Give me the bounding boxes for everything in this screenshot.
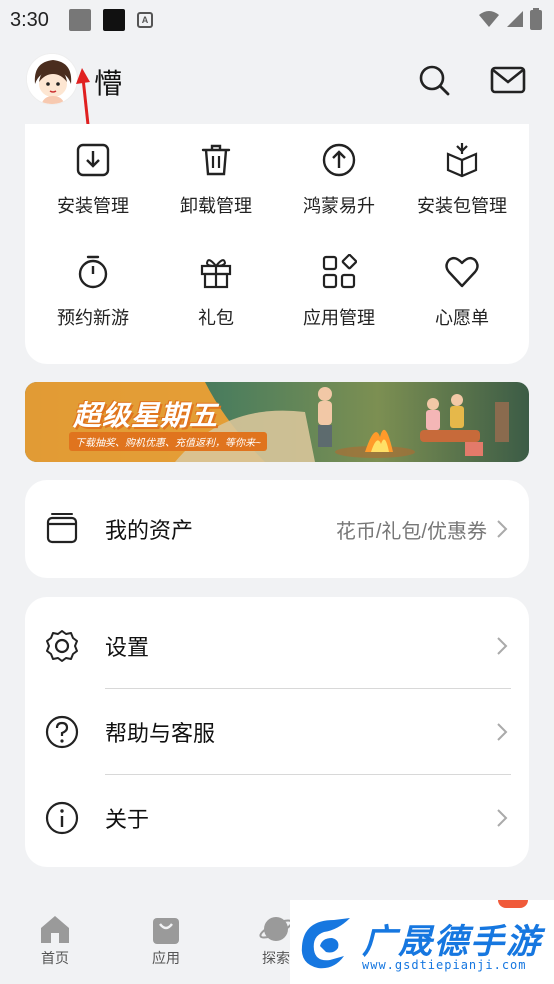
nav-tab-label: 应用 — [152, 950, 180, 966]
chevron-right-icon — [497, 520, 508, 538]
grid-item-label: 预约新游 — [57, 308, 129, 328]
assets-row[interactable]: 我的资产 花币/礼包/优惠券 — [25, 486, 529, 572]
chevron-right-icon — [497, 809, 508, 827]
watermark-text: 广晟德手游 — [362, 923, 542, 961]
watermark-logo-icon — [301, 918, 350, 969]
status-time: 3:30 — [10, 8, 49, 31]
assets-card[interactable]: 我的资产 花币/礼包/优惠券 — [25, 480, 529, 578]
watermark-url: www.gsdtiepianji.com — [362, 958, 527, 972]
gift-icon — [200, 259, 232, 289]
grid-item-install-manage[interactable]: 安装管理 — [30, 142, 156, 218]
quick-actions-card: 安装管理 卸载管理 鸿蒙易升 安装包管理 预约新游 礼包 应用管理 心愿单 — [25, 124, 529, 364]
grid-item-uninstall[interactable]: 卸载管理 — [153, 142, 279, 218]
assets-value: 花币/礼包/优惠券 — [335, 520, 487, 543]
assets-label: 我的资产 — [105, 518, 194, 543]
planet-icon — [259, 917, 293, 941]
wallet-box-icon — [46, 513, 78, 544]
battery-icon — [530, 8, 542, 30]
status-bar: 3:30 A — [0, 0, 554, 40]
nav-tab-home[interactable]: 首页 — [25, 912, 85, 968]
grid-item-harmony-upgrade[interactable]: 鸿蒙易升 — [276, 142, 402, 218]
menu-item-label: 帮助与客服 — [105, 721, 216, 746]
grid-item-label: 心愿单 — [435, 308, 489, 328]
chevron-right-icon — [497, 637, 508, 655]
grid-item-label: 安装包管理 — [417, 196, 507, 216]
wifi-icon — [479, 11, 499, 27]
bag-icon — [153, 918, 179, 944]
grid-item-label: 鸿蒙易升 — [303, 196, 375, 216]
chevron-right-icon — [497, 723, 508, 741]
banner-title: 超级星期五 — [73, 400, 219, 431]
heart-icon — [445, 256, 479, 288]
avatar-image-icon — [27, 54, 77, 104]
apps-grid-icon — [322, 254, 357, 289]
grid-item-reserve-games[interactable]: 预约新游 — [30, 254, 156, 330]
info-icon — [45, 801, 79, 835]
menu-item-about[interactable]: 关于 — [25, 775, 529, 861]
menu-item-label: 关于 — [105, 807, 150, 832]
grid-item-label: 安装管理 — [57, 196, 129, 216]
upgrade-circle-icon — [322, 143, 356, 177]
a-badge-icon: A — [136, 12, 153, 28]
grid-item-app-manage[interactable]: 应用管理 — [276, 254, 402, 330]
grid-item-wishlist[interactable]: 心愿单 — [399, 254, 525, 330]
menu-item-label: 设置 — [105, 635, 150, 660]
notification-icon — [68, 9, 91, 31]
grid-item-gifts[interactable]: 礼包 — [153, 254, 279, 330]
settings-menu-card: 设置 帮助与客服 关于 — [25, 597, 529, 867]
package-icon — [446, 143, 478, 178]
signal-icon — [507, 11, 523, 27]
help-icon — [45, 715, 79, 749]
nav-tab-label: 首页 — [41, 950, 69, 966]
grid-item-package-manage[interactable]: 安装包管理 — [399, 142, 525, 218]
notification-icon-2 — [102, 9, 125, 31]
grid-item-label: 应用管理 — [303, 308, 375, 328]
download-box-icon — [76, 143, 110, 177]
gear-icon — [46, 630, 78, 662]
grid-item-label: 卸载管理 — [180, 196, 252, 216]
promo-banner[interactable]: 超级星期五 下载抽奖、购机优惠、充值返利，等你来~ — [25, 382, 529, 462]
banner-subtitle: 下载抽奖、购机优惠、充值返利，等你来~ — [69, 432, 267, 451]
red-badge — [498, 900, 528, 908]
avatar[interactable] — [26, 53, 78, 105]
stopwatch-icon — [78, 255, 108, 289]
watermark: 广晟德手游 www.gsdtiepianji.com — [290, 900, 554, 984]
nav-tab-apps[interactable]: 应用 — [136, 912, 196, 968]
mail-icon[interactable] — [490, 62, 526, 98]
search-icon[interactable] — [416, 62, 452, 98]
menu-item-help[interactable]: 帮助与客服 — [25, 689, 529, 775]
trash-icon — [201, 144, 231, 176]
home-icon — [41, 916, 69, 943]
username[interactable]: 懵 — [94, 62, 122, 102]
grid-item-label: 礼包 — [198, 308, 234, 328]
profile-header: 懵 — [0, 48, 554, 163]
menu-item-settings[interactable]: 设置 — [25, 603, 529, 689]
